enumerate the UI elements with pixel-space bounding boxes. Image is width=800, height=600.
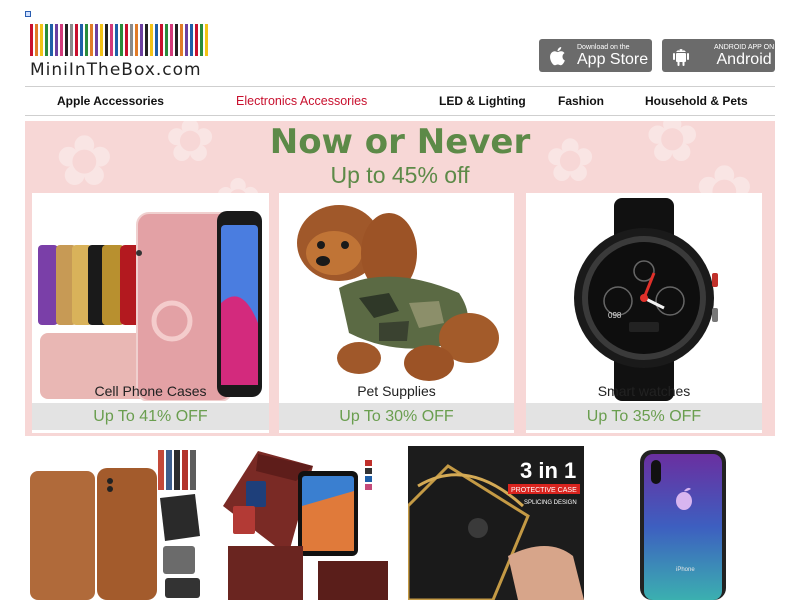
logo-stripe — [100, 24, 103, 56]
nav-item-led-lighting[interactable]: LED & Lighting — [439, 94, 526, 108]
banner-subline: Up to 45% off — [330, 162, 470, 188]
logo-stripe — [175, 24, 178, 56]
app-store-small-text: Download on the — [577, 43, 630, 51]
product-tile-3in1-case[interactable]: 3 in 1 PROTECTIVE CASE SPLICING DESIGN — [408, 446, 584, 600]
logo-stripe — [205, 24, 208, 56]
logo-stripe — [65, 24, 68, 56]
logo-text: MiniInTheBox.com — [30, 60, 202, 80]
logo-stripe — [200, 24, 203, 56]
nav-item-electronics-accessories[interactable]: Electronics Accessories — [236, 94, 367, 108]
case-badge-line-2: SPLICING DESIGN — [524, 500, 577, 506]
logo-stripe — [40, 24, 43, 56]
product-tile-wallet-case[interactable] — [218, 446, 388, 600]
logo-stripe — [115, 24, 118, 56]
app-store-big-text: App Store — [577, 50, 649, 68]
logo-stripe — [70, 24, 73, 56]
logo-stripe — [45, 24, 48, 56]
android-small-text: ANDROID APP ON — [714, 43, 775, 51]
three-in-one-case-image: 3 in 1 PROTECTIVE CASE SPLICING DESIGN — [408, 446, 584, 600]
logo-stripe — [145, 24, 148, 56]
product-tile-leather-case[interactable] — [25, 446, 205, 600]
logo-stripe — [170, 24, 173, 56]
site-logo[interactable]: MiniInTheBox.com — [30, 24, 215, 82]
logo-stripe — [140, 24, 143, 56]
logo-stripe — [130, 24, 133, 56]
leather-case-image — [25, 446, 205, 600]
promo-card-cell-phone-cases[interactable]: Cell Phone Cases Up To 41% OFF — [32, 193, 269, 433]
logo-stripe — [185, 24, 188, 56]
logo-stripe — [85, 24, 88, 56]
logo-stripe — [195, 24, 198, 56]
logo-stripe — [165, 24, 168, 56]
card-discount: Up To 35% OFF — [526, 403, 762, 430]
pet-supplies-image — [279, 193, 514, 401]
watch-readout: 098 — [608, 311, 622, 320]
phone-back-label: iPhone — [676, 567, 695, 573]
case-badge-line-1: PROTECTIVE CASE — [511, 487, 577, 494]
android-icon — [670, 44, 692, 68]
logo-stripe — [55, 24, 58, 56]
logo-stripe — [120, 24, 123, 56]
page-marker — [25, 11, 31, 17]
smart-watch-image: 098 — [526, 193, 762, 401]
card-title: Smart watches — [597, 383, 691, 399]
logo-stripe — [190, 24, 193, 56]
nav-item-apple-accessories[interactable]: Apple Accessories — [57, 94, 164, 108]
logo-stripe — [180, 24, 183, 56]
card-title: Cell Phone Cases — [94, 383, 207, 399]
promo-card-smart-watches[interactable]: 098 Smart watches Up To 35% OFF — [526, 193, 762, 433]
wallet-case-image — [218, 446, 388, 600]
logo-stripe — [105, 24, 108, 56]
promo-card-pet-supplies[interactable]: Pet Supplies Up To 30% OFF — [279, 193, 514, 433]
card-title: Pet Supplies — [357, 383, 436, 399]
logo-stripe — [135, 24, 138, 56]
logo-stripe — [150, 24, 153, 56]
logo-stripe — [125, 24, 128, 56]
gradient-case-image: iPhone — [626, 446, 776, 600]
logo-stripe — [90, 24, 93, 56]
android-big-text: Android — [716, 50, 772, 68]
logo-stripe — [95, 24, 98, 56]
logo-stripe — [80, 24, 83, 56]
app-store-button[interactable]: Download on the App Store — [539, 39, 652, 72]
nav-divider-bottom — [25, 115, 775, 116]
logo-stripe — [160, 24, 163, 56]
nav-item-fashion[interactable]: Fashion — [558, 94, 604, 108]
case-badge-title: 3 in 1 — [520, 458, 576, 483]
logo-stripes — [30, 24, 215, 56]
card-discount: Up To 30% OFF — [279, 403, 514, 430]
logo-stripe — [75, 24, 78, 56]
apple-icon — [547, 44, 569, 68]
logo-stripe — [155, 24, 158, 56]
banner-headline: Now or Never — [269, 122, 531, 162]
logo-stripe — [110, 24, 113, 56]
product-tile-gradient-case[interactable]: iPhone — [626, 446, 776, 600]
logo-stripe — [35, 24, 38, 56]
nav-divider-top — [25, 86, 775, 87]
logo-stripe — [60, 24, 63, 56]
logo-stripe — [30, 24, 33, 56]
nav-item-household-pets[interactable]: Household & Pets — [645, 94, 748, 108]
android-app-button[interactable]: ANDROID APP ON Android — [662, 39, 775, 72]
card-discount: Up To 41% OFF — [32, 403, 269, 430]
logo-stripe — [50, 24, 53, 56]
phone-cases-image — [32, 193, 269, 401]
